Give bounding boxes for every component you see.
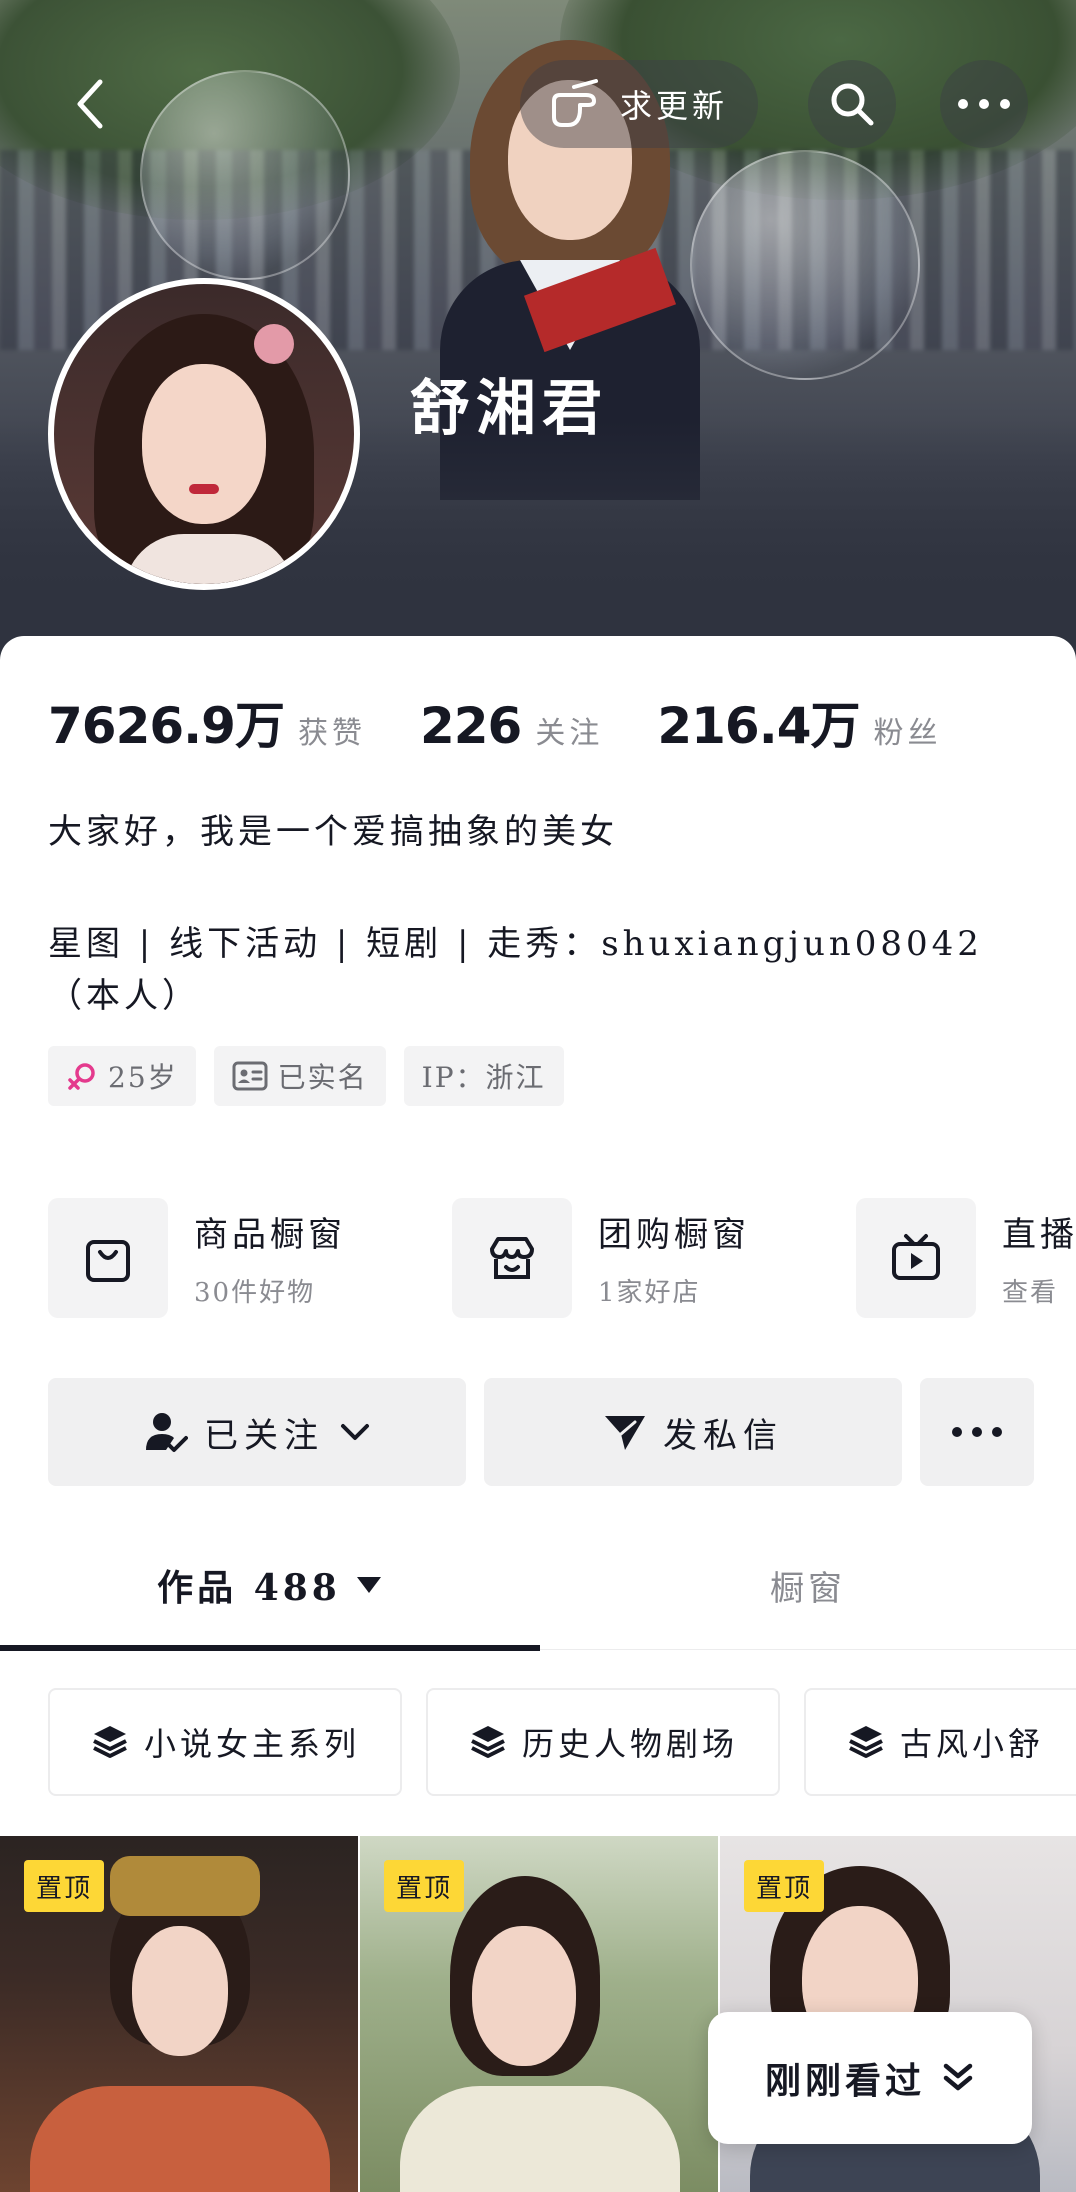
collection-label: 古风小舒: [900, 1725, 1045, 1763]
avatar[interactable]: [48, 278, 360, 590]
pinned-badge: 置顶: [384, 1860, 465, 1912]
followed-button[interactable]: 已关注: [48, 1378, 466, 1486]
request-update-label: 求更新: [620, 87, 729, 125]
stat-label: 粉丝: [873, 716, 942, 751]
pointing-hand-icon: [552, 79, 598, 127]
stat-following[interactable]: 226 关注: [420, 697, 603, 755]
tv-icon: [892, 1234, 940, 1280]
stat-label: 关注: [535, 716, 604, 751]
verified-label: 已实名: [277, 1061, 368, 1094]
verified-tag[interactable]: 已实名: [213, 1046, 386, 1106]
video-thumbnail[interactable]: 置顶: [0, 1836, 358, 2192]
profile-card: 7626.9万 获赞 226 关注 216.4万 粉丝 大家好，我是一个爱搞抽象…: [0, 636, 1076, 2192]
profile-tags: 25岁 已实名 IP：浙江: [48, 1046, 564, 1106]
send-icon: [605, 1416, 645, 1450]
collection-chips: 小说女主系列 历史人物剧场 古风小舒: [48, 1688, 1076, 1798]
more-options-button[interactable]: [940, 60, 1028, 148]
tab-window[interactable]: 橱窗: [540, 1520, 1076, 1650]
collection-label: 历史人物剧场: [521, 1725, 738, 1763]
id-card-icon: [232, 1061, 268, 1091]
double-chevron-down-icon: [943, 2063, 973, 2091]
pinned-badge: 置顶: [24, 1860, 105, 1912]
followed-label: 已关注: [204, 1415, 324, 1456]
stat-label: 获赞: [297, 716, 366, 751]
shop-title: 商品橱窗: [194, 1215, 346, 1255]
female-icon: [68, 1063, 95, 1090]
tab-window-label: 橱窗: [770, 1568, 846, 1609]
bio-line-2: 星图 | 线下活动 | 短剧 | 走秀：shuxiangjun08042（本人）: [48, 924, 983, 1016]
layers-icon: [849, 1726, 883, 1758]
layers-icon: [93, 1726, 127, 1758]
back-button[interactable]: [60, 74, 120, 134]
stats-row: 7626.9万 获赞 226 关注 216.4万 粉丝: [48, 686, 995, 758]
search-icon: [831, 83, 874, 126]
chevron-down-icon: [341, 1424, 369, 1440]
search-button[interactable]: [808, 60, 896, 148]
ip-label: IP：浙江: [421, 1061, 546, 1094]
store-icon: [490, 1237, 534, 1279]
shop-subtitle: 查看: [1002, 1278, 1059, 1308]
stat-likes[interactable]: 7626.9万 获赞: [48, 686, 366, 758]
user-check-icon: [146, 1413, 188, 1452]
collection-chip[interactable]: 古风小舒: [804, 1688, 1076, 1796]
collection-chip[interactable]: 历史人物剧场: [426, 1688, 780, 1796]
collection-label: 小说女主系列: [143, 1725, 360, 1763]
caret-down-icon: [356, 1577, 381, 1593]
more-actions-button[interactable]: [920, 1378, 1034, 1486]
content-tabs: 作品 488 橱窗: [0, 1520, 1076, 1651]
bag-icon: [86, 1240, 130, 1282]
stat-value: 216.4万: [657, 697, 860, 755]
shop-title: 直播: [1002, 1215, 1076, 1255]
product-window-entry[interactable]: 商品橱窗 30件好物: [48, 1196, 346, 1320]
ellipsis-icon: [958, 99, 1010, 109]
request-update-button[interactable]: 求更新: [520, 60, 759, 148]
stat-value: 226: [419, 697, 522, 755]
layers-icon: [471, 1726, 505, 1758]
ip-tag: IP：浙江: [403, 1046, 564, 1106]
live-entry[interactable]: 直播 查看: [856, 1196, 1076, 1320]
tab-works-label: 作品 488: [157, 1567, 341, 1609]
tab-works[interactable]: 作品 488: [0, 1520, 540, 1650]
chevron-left-icon: [77, 79, 103, 129]
shop-subtitle: 1家好店: [598, 1278, 701, 1308]
shop-entries: 商品橱窗 30件好物 团购橱窗 1家好店 直播 查看: [48, 1196, 1076, 1320]
shop-title: 团购橱窗: [598, 1215, 750, 1255]
bio-line-1: 大家好，我是一个爱搞抽象的美女: [48, 812, 618, 852]
collection-chip[interactable]: 小说女主系列: [48, 1688, 402, 1796]
tab-indicator: [0, 1645, 540, 1651]
nickname: 舒湘君: [410, 374, 608, 444]
video-thumbnail[interactable]: 置顶: [360, 1836, 718, 2192]
send-message-label: 发私信: [663, 1415, 783, 1456]
stat-followers[interactable]: 216.4万 粉丝: [657, 686, 941, 758]
recently-viewed-button[interactable]: 刚刚看过: [708, 2012, 1032, 2144]
pinned-badge: 置顶: [744, 1860, 825, 1912]
send-message-button[interactable]: 发私信: [484, 1378, 902, 1486]
action-buttons: 已关注 发私信: [48, 1378, 1034, 1486]
age-tag: 25岁: [48, 1046, 196, 1106]
stat-value: 7626.9万: [48, 697, 285, 755]
recently-viewed-label: 刚刚看过: [764, 2060, 925, 2102]
top-bar: 求更新: [0, 60, 1076, 148]
ellipsis-icon: [952, 1427, 1002, 1437]
age-label: 25岁: [108, 1061, 178, 1094]
shop-subtitle: 30件好物: [194, 1278, 316, 1308]
group-buy-window-entry[interactable]: 团购橱窗 1家好店: [452, 1196, 750, 1320]
